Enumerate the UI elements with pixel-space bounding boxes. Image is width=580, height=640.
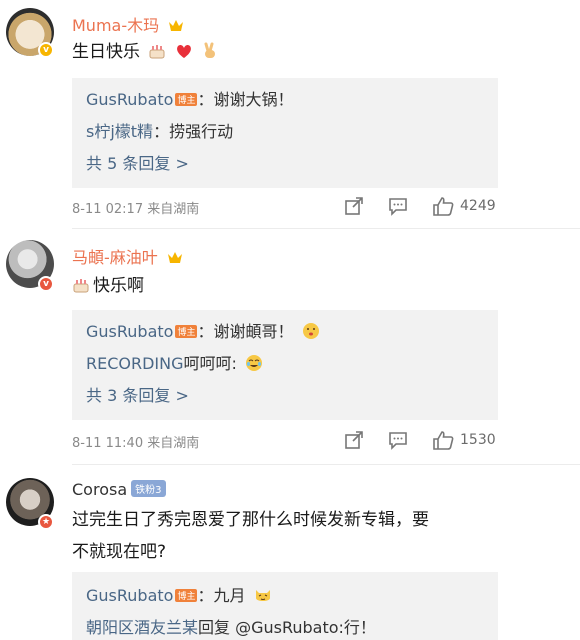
victory-hand-emoji (204, 42, 216, 58)
comment-username[interactable]: 马頔-麻油叶 (72, 244, 183, 268)
reply-text: 呵呵呵: (183, 354, 237, 373)
like-icon[interactable] (432, 196, 454, 216)
more-replies-link[interactable]: 共 5 条回复 > (86, 150, 189, 174)
reply-author[interactable]: GusRubato (86, 322, 173, 341)
fan-badge: 铁粉3 (131, 480, 166, 497)
comment-text: 快乐啊 (72, 270, 144, 302)
comment-actions: 4249 (344, 196, 502, 216)
comment-username[interactable]: Corosa 铁粉3 (72, 480, 166, 499)
username-text: Corosa (72, 480, 128, 499)
verified-badge-icon: v (38, 276, 54, 292)
host-badge: 博主 (175, 589, 198, 602)
comment-text-line: 过完生日了秀完恩爱了那什么时候发新专辑，要 (72, 510, 429, 530)
reply-text: ：谢谢大锅！ (197, 90, 294, 109)
reply-row[interactable]: s柠j檬t精：捞强行动 (86, 118, 233, 142)
reply-box[interactable]: GusRubato 博主 ：谢谢大锅！ s柠j檬t精：捞强行动 共 5 条回复 > (72, 78, 498, 188)
timestamp: 8-11 11:40 (72, 436, 144, 451)
reply-box[interactable]: GusRubato 博主 ：谢谢頔哥！ RECORDING呵呵呵: 共 3 条回复 … (72, 310, 498, 420)
crown-icon (167, 252, 182, 263)
location: 来自湖南 (147, 436, 200, 451)
divider (72, 464, 580, 465)
comment-text-line: 不就现在吧? (72, 542, 167, 562)
comment-3: ★ Corosa 铁粉3 过完生日了秀完恩爱了那什么时候发新专辑，要 不就现在吧?… (0, 468, 580, 640)
comment-text: 过完生日了秀完恩爱了那什么时候发新专辑，要 不就现在吧? (72, 504, 572, 568)
crying-laughing-emoji (246, 355, 263, 371)
username-text: Muma-木玛 (72, 16, 160, 35)
share-icon[interactable] (344, 430, 364, 450)
heart-emoji (176, 44, 191, 58)
reply-author[interactable]: s柠j檬t精 (86, 122, 153, 141)
reply-text: ：捞强行动 (153, 122, 234, 141)
comment-meta: 8-11 11:40 来自湖南 (72, 432, 199, 451)
reply-box[interactable]: GusRubato 博主 ：九月 朝阳区酒友兰某回复 @GusRubato:行！ (72, 572, 498, 640)
reply-author[interactable]: RECORDING (86, 354, 184, 373)
reply-author[interactable]: GusRubato (86, 90, 173, 109)
reply-text: ：谢谢頔哥！ (197, 322, 294, 341)
username-text: 马頔-麻油叶 (72, 248, 158, 267)
reply-row[interactable]: 朝阳区酒友兰某回复 @GusRubato:行！ (86, 614, 376, 638)
comment-meta: 8-11 02:17 来自湖南 (72, 198, 199, 217)
comment-icon[interactable] (388, 430, 408, 450)
reply-row[interactable]: GusRubato 博主 ：谢谢大锅！ (86, 86, 293, 110)
location: 来自湖南 (147, 202, 200, 217)
comment-1: v Muma-木玛 生日快乐 GusRubato 博主 ：谢谢大锅！ s柠j檬t精：… (0, 0, 580, 226)
comment-text-content: 快乐啊 (93, 276, 144, 296)
reply-row[interactable]: GusRubato 博主 ：谢谢頔哥！ (86, 318, 320, 342)
host-badge: 博主 (175, 325, 198, 338)
comment-2: v 马頔-麻油叶 快乐啊 GusRubato 博主 ：谢谢頔哥！ RECORDING… (0, 232, 580, 462)
verified-badge-icon: v (38, 42, 54, 58)
reply-row[interactable]: GusRubato 博主 ：九月 (86, 582, 272, 606)
divider (72, 228, 580, 229)
reply-author[interactable]: GusRubato (86, 586, 173, 605)
comment-username[interactable]: Muma-木玛 (72, 12, 184, 36)
cake-emoji (149, 45, 165, 59)
kiss-emoji (302, 323, 319, 339)
comment-text: 生日快乐 (72, 36, 219, 68)
cat-smile-emoji (255, 590, 270, 601)
share-icon[interactable] (344, 196, 364, 216)
like-icon[interactable] (432, 430, 454, 450)
like-count: 1530 (460, 432, 496, 448)
reply-author[interactable]: 朝阳区酒友兰某 (86, 618, 198, 637)
like-count: 4249 (460, 198, 496, 214)
host-badge: 博主 (175, 93, 198, 106)
comment-text-content: 生日快乐 (72, 42, 140, 62)
cake-emoji (73, 279, 89, 293)
member-badge-icon: ★ (38, 514, 54, 530)
crown-icon (169, 20, 184, 31)
timestamp: 8-11 02:17 (72, 202, 144, 217)
comment-actions: 1530 (344, 430, 502, 450)
more-replies-link[interactable]: 共 3 条回复 > (86, 382, 189, 406)
reply-row[interactable]: RECORDING呵呵呵: (86, 350, 263, 374)
comment-icon[interactable] (388, 196, 408, 216)
reply-text: ：九月 (197, 586, 246, 605)
reply-text: 回复 @GusRubato:行！ (198, 618, 376, 637)
